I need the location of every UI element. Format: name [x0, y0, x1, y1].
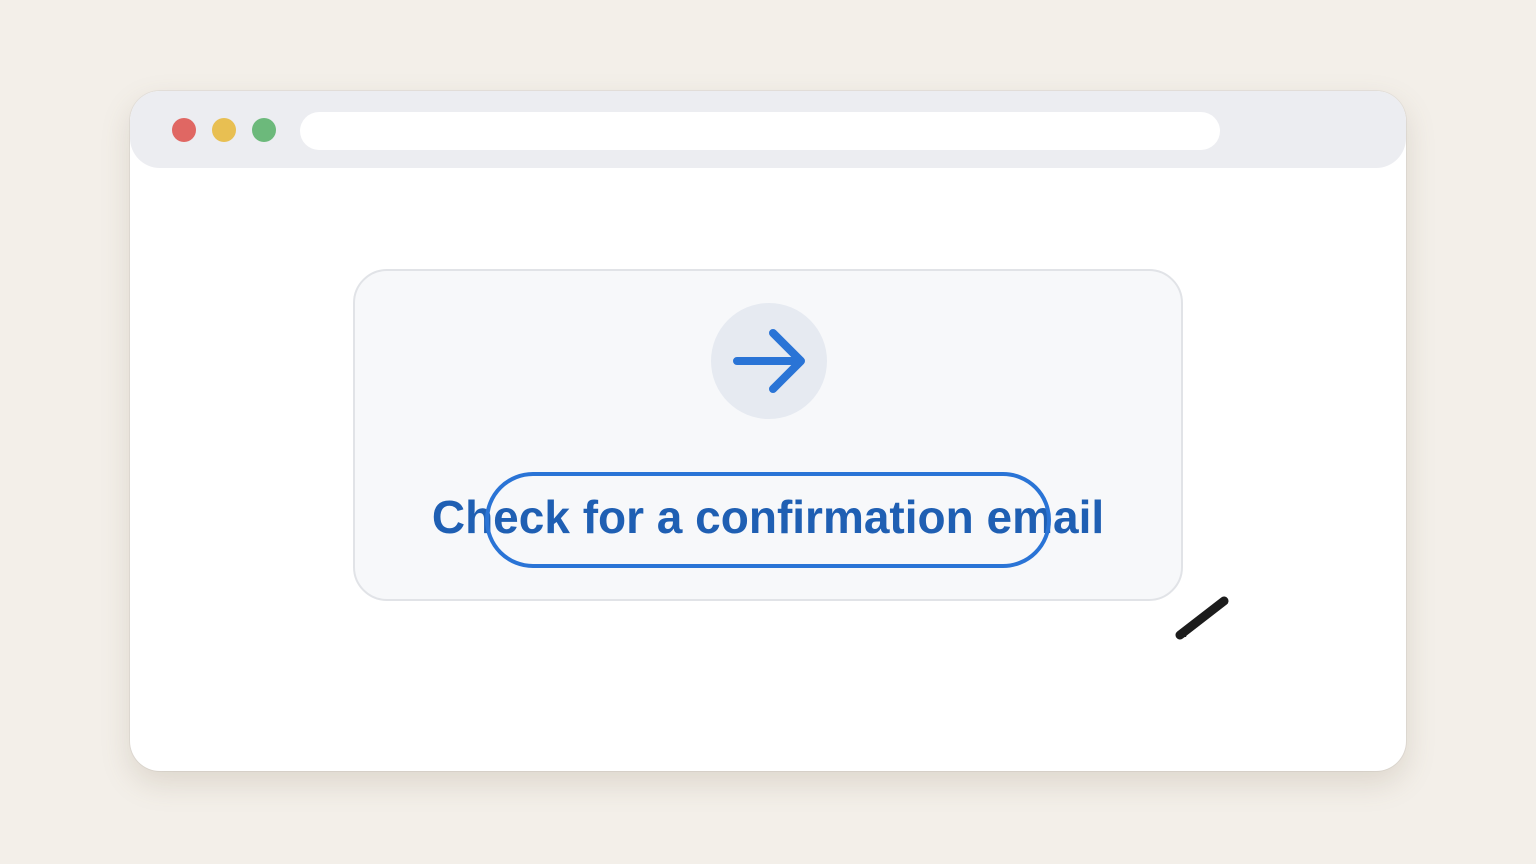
arrow-right-icon [711, 303, 827, 419]
maximize-window-dot[interactable] [252, 118, 276, 142]
instruction-card: Check for a confirmation email [353, 269, 1183, 601]
close-window-dot[interactable] [172, 118, 196, 142]
browser-window: Check for a confirmation email [130, 91, 1406, 771]
pen-pointer-icon [1175, 596, 1229, 640]
minimize-window-dot[interactable] [212, 118, 236, 142]
instruction-headline: Check for a confirmation email [431, 491, 1105, 543]
address-bar[interactable] [300, 112, 1220, 150]
arrow-right-icon-graphic [733, 329, 805, 393]
browser-titlebar [130, 91, 1406, 168]
